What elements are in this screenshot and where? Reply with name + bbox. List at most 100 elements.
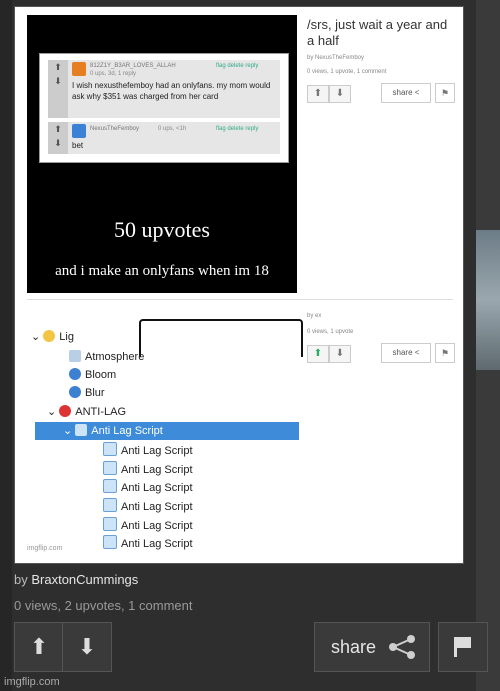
comment-meta: 0 ups, <1h (158, 126, 187, 132)
comment-thread: ⬆ ⬇ 812Z1Y_B3AR_LOVES_ALLAH flag delete r… (39, 53, 289, 163)
tree-item-atmosphere: Atmosphere (69, 349, 144, 366)
chevron-down-icon: ⌄ (31, 331, 44, 343)
bulb-icon (43, 330, 56, 342)
avatar (72, 62, 86, 76)
tree-label: Atmosphere (85, 351, 145, 363)
author-link[interactable]: BraxtonCummings (31, 572, 138, 587)
post-stats: 0 views, 1 upvote (307, 329, 354, 335)
post-stats: 0 views, 2 upvotes, 1 comment (14, 598, 193, 613)
speech-bubble (139, 319, 303, 357)
script-icon (103, 517, 117, 531)
share-icon: < (414, 88, 420, 97)
bloom-icon (69, 368, 81, 380)
downvote-icon: ⬇ (54, 76, 62, 86)
downvote-icon: ⬇ (335, 348, 345, 359)
comment-actions: flag delete reply (216, 63, 259, 69)
tree-label: Anti Lag Script (121, 464, 193, 476)
flag-icon: ⚑ (440, 88, 450, 98)
script-icon (103, 498, 117, 512)
tree-label: Anti Lag Script (91, 425, 163, 437)
tree-item-script: Anti Lag Script (103, 498, 193, 515)
share-icon (389, 635, 415, 659)
upvote-icon: ⬆ (54, 62, 62, 72)
script-icon (103, 442, 117, 456)
comment-user: NexusTheFemboy (90, 126, 140, 132)
upvote-button[interactable]: ⬆ (14, 622, 64, 672)
share-button[interactable]: share < (381, 343, 431, 363)
tree-item-script: Anti Lag Script (103, 479, 193, 496)
post-author-line: by BraxtonCummings (14, 572, 138, 587)
watermark: imgflip.com (27, 545, 63, 552)
script-icon (75, 424, 88, 436)
tree-label: Blur (85, 387, 105, 399)
post-title[interactable]: /srs, just wait a year and a half (307, 17, 457, 49)
upvote-icon: ⬆ (313, 88, 323, 99)
tree-item-script: Anti Lag Script (103, 461, 193, 478)
downvote-button[interactable]: ⬇ (62, 622, 112, 672)
comment-text: bet (72, 141, 84, 150)
chevron-down-icon: ⌄ (63, 425, 76, 437)
tree-item-script: Anti Lag Script (103, 535, 193, 552)
avatar (72, 124, 86, 138)
flag-button[interactable]: ⚑ (435, 83, 455, 103)
comment-vote: ⬆ ⬇ (48, 122, 68, 154)
share-button[interactable]: share < (381, 83, 431, 103)
upvote-button[interactable]: ⬆ (307, 85, 329, 103)
comment-meta: 0 ups, 3d, 1 reply (90, 71, 137, 77)
tree-label: Anti Lag Script (121, 445, 193, 457)
tree-label: Bloom (85, 369, 117, 381)
share-label: share (392, 88, 413, 97)
meme-image-1[interactable]: ⬆ ⬇ 812Z1Y_B3AR_LOVES_ALLAH flag delete r… (27, 15, 297, 293)
tree-label: Lig (59, 331, 74, 343)
flag-button[interactable] (438, 622, 488, 672)
atmosphere-icon (69, 350, 81, 362)
comment-2: ⬆ ⬇ NexusTheFemboy 0 ups, <1h flag delete… (48, 122, 280, 154)
upvote-icon: ⬆ (54, 124, 62, 134)
model-icon (59, 405, 72, 417)
meme-caption-top: 50 upvotes (114, 217, 210, 242)
post-author[interactable]: by NexusTheFemboy (307, 55, 364, 61)
downvote-button[interactable]: ⬇ (329, 345, 351, 363)
embedded-screenshot: ⬆ ⬇ 812Z1Y_B3AR_LOVES_ALLAH flag delete r… (14, 6, 464, 564)
flag-icon (454, 637, 471, 657)
site-watermark: imgflip.com (4, 676, 60, 688)
tree-item-script: Anti Lag Script (103, 517, 193, 534)
script-icon (103, 535, 117, 549)
upvote-button[interactable]: ⬆ (307, 345, 329, 363)
downvote-icon: ⬇ (54, 138, 62, 148)
tree-label: Anti Lag Script (121, 538, 193, 550)
tree-item-script: Anti Lag Script (103, 442, 193, 459)
tree-item-bloom: Bloom (69, 367, 116, 384)
comment-1: ⬆ ⬇ 812Z1Y_B3AR_LOVES_ALLAH flag delete r… (48, 60, 280, 118)
tree-item-blur: Blur (69, 385, 105, 402)
left-edge (0, 0, 12, 691)
downvote-button[interactable]: ⬇ (329, 85, 351, 103)
blur-icon (69, 386, 81, 398)
flag-icon: ⚑ (440, 348, 450, 358)
by-prefix: by (14, 572, 28, 587)
upvote-icon: ⬆ (313, 348, 323, 359)
comment-vote: ⬆ ⬇ (48, 60, 68, 118)
upvote-icon: ⬆ (29, 634, 49, 659)
tree-item-lighting: ⌄ Lig (31, 329, 74, 346)
post-stats: 0 views, 1 upvote, 1 comment (307, 69, 387, 75)
comment-text: I wish nexusthefemboy had an onlyfans. m… (72, 81, 271, 101)
background-image-fragment (476, 230, 500, 370)
tree-label: ANTI-LAG (75, 406, 127, 418)
meme-image-2[interactable]: ⌄ Lig Atmosphere Bloom Blur ⌄ ANTI-LAG ⌄… (27, 307, 303, 555)
comment-actions: flag delete reply (216, 126, 259, 132)
share-label: share (331, 637, 377, 657)
share-button[interactable]: share (314, 622, 430, 672)
post-author[interactable]: by ex (307, 313, 321, 319)
chevron-down-icon: ⌄ (47, 406, 60, 418)
flag-button[interactable]: ⚑ (435, 343, 455, 363)
script-icon (103, 461, 117, 475)
tree-label: Anti Lag Script (121, 482, 193, 494)
downvote-icon: ⬇ (77, 634, 97, 659)
meme-caption-bottom: and i make an onlyfans when im 18 (55, 263, 269, 279)
comment-user: 812Z1Y_B3AR_LOVES_ALLAH (90, 63, 176, 69)
script-icon (103, 479, 117, 493)
share-label: share (392, 348, 413, 357)
tree-label: Anti Lag Script (121, 501, 193, 513)
tree-label: Anti Lag Script (121, 520, 193, 532)
